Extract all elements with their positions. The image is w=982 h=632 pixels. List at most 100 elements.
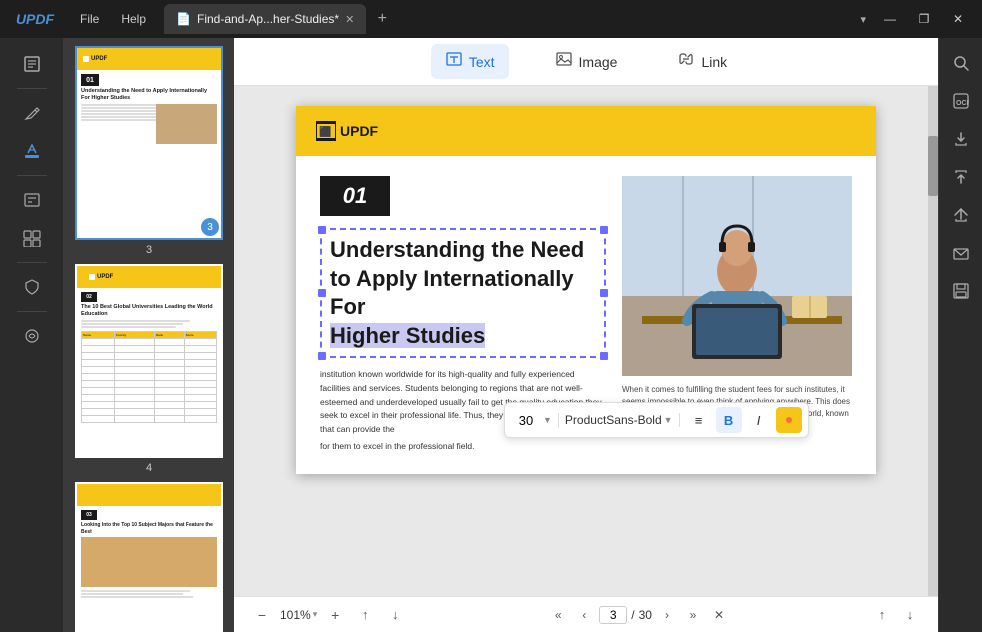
heading-text: Understanding the Need to Apply Internat… (330, 237, 584, 319)
thumbnail-page-5[interactable]: 03 Looking Into the Top 10 Subject Major… (75, 482, 223, 632)
title-bar-controls: ▾ — ❐ ✕ (854, 7, 974, 31)
last-page-button[interactable]: » (682, 604, 704, 626)
page-navigation: « ‹ 3 / 30 › » ✕ (547, 604, 730, 626)
tab-icon: 📄 (176, 12, 191, 26)
tab-close-button[interactable]: ✕ (345, 13, 354, 26)
menu-file[interactable]: File (70, 8, 109, 30)
toolbar-link-button[interactable]: Link (663, 44, 741, 79)
font-size-dropdown-icon[interactable]: ▼ (543, 415, 552, 425)
sidebar-organize-icon[interactable] (12, 220, 52, 256)
prev-page-button[interactable]: ‹ (573, 604, 595, 626)
text-tool-label: Text (469, 54, 495, 70)
close-button[interactable]: ✕ (942, 7, 974, 31)
font-size-input[interactable]: 30 (511, 413, 541, 428)
handle-bottom-left[interactable] (318, 352, 326, 360)
text-color-button[interactable] (776, 407, 802, 433)
share-icon[interactable] (943, 198, 979, 232)
first-page-button[interactable]: « (547, 604, 569, 626)
zoom-dropdown-arrow[interactable]: ▾ (313, 609, 318, 620)
fit-up-button[interactable]: ↑ (353, 603, 377, 627)
close-navigation-button[interactable]: ✕ (708, 604, 730, 626)
sidebar-protect-icon[interactable] (12, 269, 52, 305)
thumbnail-image-5: 03 Looking Into the Top 10 Subject Major… (75, 482, 223, 632)
handle-bottom-right[interactable] (600, 352, 608, 360)
sidebar-divider-2 (17, 175, 47, 176)
zoom-controls: − 101% ▾ + ↑ ↓ (250, 603, 407, 627)
pdf-banner: ⬛ UPDF (296, 106, 876, 156)
sidebar-edit-icon[interactable] (12, 133, 52, 169)
sidebar-pages-icon[interactable] (12, 46, 52, 82)
fit-down-button[interactable]: ↓ (383, 603, 407, 627)
link-tool-icon (677, 50, 695, 73)
svg-text:⬛: ⬛ (319, 125, 331, 138)
thumbnail-page-4[interactable]: UPDF 02 The 10 Best Global Universities … (75, 264, 223, 474)
handle-middle-left[interactable] (318, 289, 326, 297)
scrollbar-thumb[interactable] (928, 136, 938, 196)
maximize-button[interactable]: ❐ (908, 7, 940, 31)
search-icon[interactable] (943, 46, 979, 80)
next-page-button[interactable]: › (656, 604, 678, 626)
photo-inner (622, 176, 852, 376)
handle-middle-right[interactable] (600, 289, 608, 297)
thumbnail-page-3[interactable]: UPDF 01 Understanding the Need to Apply … (75, 46, 223, 256)
pdf-body-paragraph-2: for them to excel in the professional fi… (320, 440, 606, 454)
banner-logo-text: UPDF (340, 123, 378, 139)
save-icon[interactable] (943, 274, 979, 308)
tab-document[interactable]: 📄 Find-and-Ap...her-Studies* ✕ (164, 4, 366, 34)
tab-bar: 📄 Find-and-Ap...her-Studies* ✕ + (164, 4, 854, 34)
right-sidebar: OCR (938, 38, 982, 632)
thumbnail-label-4: 4 (146, 462, 152, 474)
page-number-input[interactable]: 3 (599, 606, 627, 624)
toolbar-image-button[interactable]: Image (541, 44, 632, 79)
text-selection-box[interactable]: Understanding the Need to Apply Internat… (320, 228, 606, 358)
thumbnail-label-3: 3 (146, 244, 152, 256)
toolbar: Text Image Link (234, 38, 938, 86)
app-logo: UPDF (0, 0, 70, 38)
align-button[interactable]: ≡ (686, 407, 712, 433)
email-icon[interactable] (943, 236, 979, 270)
thumb3-title-text: Understanding the Need to Apply Internat… (81, 88, 217, 102)
svg-text:OCR: OCR (956, 100, 969, 107)
sidebar-ai-icon[interactable] (12, 318, 52, 354)
zoom-in-button[interactable]: + (323, 603, 347, 627)
bold-button[interactable]: B (716, 407, 742, 433)
sidebar-divider-4 (17, 311, 47, 312)
thumbnail-image-3: UPDF 01 Understanding the Need to Apply … (75, 46, 223, 240)
zoom-out-button[interactable]: − (250, 603, 274, 627)
scroll-down-button[interactable]: ↓ (898, 603, 922, 627)
banner-logo-icon: ⬛ (316, 121, 336, 141)
add-tab-button[interactable]: + (370, 7, 394, 31)
text-format-toolbar: 30 ▼ ProductSans-Bold ▼ ≡ B I (504, 402, 809, 438)
banner-logo: ⬛ UPDF (316, 121, 378, 141)
pdf-scrollbar[interactable] (928, 86, 938, 596)
minimize-button[interactable]: — (874, 7, 906, 31)
menu-help[interactable]: Help (111, 8, 156, 30)
import-icon[interactable] (943, 160, 979, 194)
title-bar: UPDF File Help 📄 Find-and-Ap...her-Studi… (0, 0, 982, 38)
tab-dropdown[interactable]: ▾ (854, 9, 872, 30)
sidebar-annotate-icon[interactable] (12, 95, 52, 131)
font-size-control[interactable]: 30 ▼ (511, 413, 559, 428)
pdf-main-heading: Understanding the Need to Apply Internat… (330, 236, 596, 350)
handle-top-left[interactable] (318, 226, 326, 234)
handle-top-right[interactable] (600, 226, 608, 234)
scroll-up-button[interactable]: ↑ (870, 603, 894, 627)
heading-highlight-text: Higher Studies (330, 323, 485, 348)
sidebar-form-icon[interactable] (12, 182, 52, 218)
toolbar-text-button[interactable]: Text (431, 44, 509, 79)
ocr-icon[interactable]: OCR (943, 84, 979, 118)
font-dropdown-arrow: ▼ (664, 415, 673, 425)
sidebar-divider-3 (17, 262, 47, 263)
align-icon: ≡ (695, 413, 703, 428)
zoom-percent: 101% (280, 608, 311, 622)
page-separator: / (631, 608, 634, 622)
font-name-dropdown[interactable]: ProductSans-Bold ▼ (565, 413, 680, 427)
export-icon[interactable] (943, 122, 979, 156)
pdf-viewer: ⬛ UPDF 01 (234, 86, 938, 596)
thumbnail-panel: UPDF 01 Understanding the Need to Apply … (64, 38, 234, 632)
page-badge-3: 3 (201, 218, 219, 236)
left-sidebar (0, 38, 64, 632)
total-pages: 30 (639, 608, 652, 622)
content-area: Text Image Link (234, 38, 938, 632)
italic-button[interactable]: I (746, 407, 772, 433)
